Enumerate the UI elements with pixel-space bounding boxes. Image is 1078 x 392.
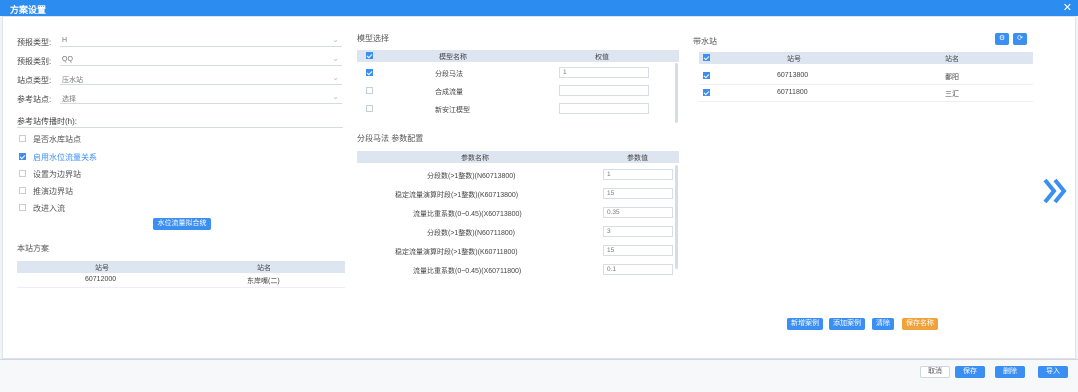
model-section-title: 模型选择 — [357, 34, 389, 43]
delete-button[interactable]: 删除 — [995, 366, 1025, 378]
refresh-icon[interactable]: ⟳ — [1013, 33, 1027, 45]
save-name-button[interactable]: 保存名称 — [902, 318, 938, 330]
clear-button[interactable]: 清除 — [872, 318, 894, 330]
param-name: 流量比重系数(0~0.45)(X60713800) — [413, 211, 522, 218]
param-value-input[interactable]: 1 — [603, 169, 673, 180]
table-row[interactable]: 60713800 鄱阳 — [699, 70, 1033, 83]
improve-inflow-checkbox[interactable] — [19, 204, 26, 211]
boundary-station-label: 设置为边界站 — [33, 170, 81, 179]
model-name: 分段马法 — [435, 71, 463, 78]
reference-propagation-input[interactable] — [17, 127, 343, 128]
forecast-category-label: 预报类别: — [17, 57, 52, 66]
row-divider — [17, 287, 345, 288]
chevron-down-icon: ⌄ — [332, 35, 339, 44]
param-table-scrollbar[interactable] — [675, 165, 678, 269]
reference-propagation-label: 参考站传播时(h): — [17, 117, 77, 126]
table-row[interactable]: 60712000 东岸嘴(二) — [17, 274, 345, 286]
param-name: 分段数(>1整数)(N60711800) — [427, 230, 515, 237]
new-case-button[interactable]: 新增案例 — [787, 318, 823, 330]
dialog-body: 预报类型: H ⌄ 预报类别: QQ ⌄ 站点类型: 压水站 ⌄ 参考站点: 选… — [2, 16, 1076, 359]
double-chevron-right-icon[interactable] — [1043, 177, 1067, 205]
chevron-down-icon: ⌄ — [332, 73, 339, 82]
station-type-select[interactable]: 压水站 ⌄ — [60, 73, 342, 85]
reference-station-select[interactable]: 选择 ⌄ — [60, 92, 342, 104]
station-type-label: 站点类型: — [17, 76, 52, 85]
model-checkbox[interactable] — [366, 87, 373, 94]
model-table-header: 模型名称 权值 — [357, 50, 679, 62]
add-case-button[interactable]: 添加案例 — [829, 318, 865, 330]
model-weight-input[interactable] — [559, 103, 649, 114]
param-value-input[interactable]: 0.1 — [603, 264, 673, 275]
forecast-category-select[interactable]: QQ ⌄ — [60, 54, 342, 66]
reference-station-label: 参考站点: — [17, 95, 52, 104]
param-name: 流量比重系数(0~0.45)(X60711800) — [413, 268, 522, 275]
save-button[interactable]: 保存 — [955, 366, 985, 378]
forecast-type-label: 预报类型: — [17, 38, 52, 47]
select-all-models-checkbox[interactable] — [366, 52, 373, 59]
import-button[interactable]: 导入 — [1038, 366, 1068, 378]
stage-discharge-label: 启用水位流量关系 — [33, 153, 97, 162]
model-checkbox[interactable] — [366, 105, 373, 112]
param-name: 分段数(>1整数)(N60713800) — [427, 173, 516, 180]
station-plan-section-title: 本站方案 — [17, 244, 49, 253]
upstream-row-checkbox[interactable] — [703, 72, 710, 79]
settings-icon[interactable]: ⚙ — [995, 33, 1009, 45]
param-value-input[interactable]: 15 — [603, 245, 673, 256]
deduce-boundary-label: 推演边界站 — [33, 187, 73, 196]
param-value-input[interactable]: 3 — [603, 226, 673, 237]
upstream-station-section-title: 带水站 — [693, 37, 717, 46]
row-divider — [699, 101, 1033, 102]
model-name: 合成流量 — [435, 89, 463, 96]
param-value-input[interactable]: 15 — [603, 188, 673, 199]
improve-inflow-label: 改进入流 — [33, 204, 65, 213]
cancel-button[interactable]: 取消 — [920, 366, 950, 378]
model-weight-input[interactable]: 1 — [559, 67, 649, 78]
upstream-row-checkbox[interactable] — [703, 89, 710, 96]
param-name: 稳定流量演算时段(>1整数)(K60713800) — [395, 192, 519, 199]
window-title-bar: 方案设置 ✕ — [0, 0, 1078, 16]
select-all-upstream-checkbox[interactable] — [703, 54, 710, 61]
reservoir-station-label: 是否水库站点 — [33, 135, 81, 144]
stage-discharge-fit-button[interactable]: 水位流量拟合统 — [153, 218, 211, 230]
reservoir-station-checkbox[interactable] — [19, 135, 26, 142]
stage-discharge-checkbox[interactable] — [19, 153, 26, 160]
param-section-title: 分段马法 参数配置 — [357, 134, 424, 143]
model-name: 新安江模型 — [435, 107, 470, 114]
param-table-header: 参数名称 参数值 — [357, 151, 679, 163]
window-title: 方案设置 — [10, 5, 47, 15]
chevron-down-icon: ⌄ — [332, 92, 339, 101]
model-weight-input[interactable] — [559, 85, 649, 96]
close-icon[interactable]: ✕ — [1063, 1, 1072, 14]
model-table-scrollbar[interactable] — [675, 63, 678, 123]
param-name: 稳定流量演算时段(>1整数)(K60711800) — [395, 249, 518, 256]
param-value-input[interactable]: 0.35 — [603, 207, 673, 218]
station-table-header: 站号 站名 — [17, 261, 345, 273]
forecast-type-select[interactable]: H ⌄ — [60, 35, 342, 47]
dialog-footer: 取消 保存 删除 导入 — [0, 359, 1078, 392]
chevron-down-icon: ⌄ — [332, 54, 339, 63]
table-row[interactable]: 60711800 三汇 — [699, 87, 1033, 100]
row-divider — [699, 84, 1033, 85]
model-checkbox[interactable] — [366, 69, 373, 76]
upstream-table-header: 站号 站名 — [699, 52, 1033, 64]
boundary-station-checkbox[interactable] — [19, 170, 26, 177]
deduce-boundary-checkbox[interactable] — [19, 187, 26, 194]
